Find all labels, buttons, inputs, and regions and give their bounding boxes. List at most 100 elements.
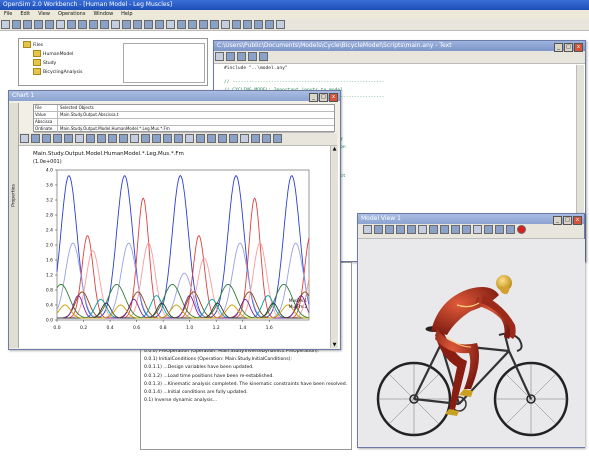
main-tool-icon[interactable]	[122, 20, 131, 29]
chart-tool-icon[interactable]	[229, 134, 238, 143]
scroll-down-icon[interactable]: ▼	[331, 342, 338, 348]
tree-item[interactable]: Study	[23, 59, 83, 68]
main-tool-icon[interactable]	[23, 20, 32, 29]
chart-tool-icon[interactable]	[185, 134, 194, 143]
main-tool-icon[interactable]	[12, 20, 21, 29]
close-icon[interactable]: x	[574, 43, 583, 52]
maximize-icon[interactable]: □	[319, 93, 328, 102]
view-tool-icon[interactable]	[396, 225, 405, 234]
editor-tool-icon[interactable]	[259, 52, 268, 61]
chart-tool-icon[interactable]	[262, 134, 271, 143]
view-tool-icon[interactable]	[429, 225, 438, 234]
main-tool-icon[interactable]	[34, 20, 43, 29]
editor-tool-icon[interactable]	[237, 52, 246, 61]
view-tool-icon[interactable]	[451, 225, 460, 234]
main-tool-icon[interactable]	[1, 20, 10, 29]
main-tool-icon[interactable]	[210, 20, 219, 29]
chart-tool-icon[interactable]	[130, 134, 139, 143]
tree-item[interactable]: HumanModel	[23, 50, 83, 59]
main-tool-icon[interactable]	[243, 20, 252, 29]
main-tool-icon[interactable]	[67, 20, 76, 29]
view-tool-icon[interactable]	[418, 225, 427, 234]
chart-tool-icon[interactable]	[75, 134, 84, 143]
view-tool-icon[interactable]	[495, 225, 504, 234]
view-tool-icon[interactable]	[374, 225, 383, 234]
chart-tool-icon[interactable]	[64, 134, 73, 143]
minimize-icon[interactable]: _	[309, 93, 318, 102]
main-tool-icon[interactable]	[155, 20, 164, 29]
maximize-icon[interactable]: □	[563, 216, 572, 225]
main-tool-icon[interactable]	[254, 20, 263, 29]
main-tool-icon[interactable]	[111, 20, 120, 29]
chart-tool-icon[interactable]	[97, 134, 106, 143]
minimize-icon[interactable]: _	[554, 43, 563, 52]
editor-tool-icon[interactable]	[215, 52, 224, 61]
main-tool-icon[interactable]	[89, 20, 98, 29]
editor-tool-icon[interactable]	[226, 52, 235, 61]
tree-item[interactable]: Files	[23, 41, 83, 50]
main-tool-icon[interactable]	[100, 20, 109, 29]
main-tool-icon[interactable]	[166, 20, 175, 29]
main-tool-icon[interactable]	[56, 20, 65, 29]
chart-tool-icon[interactable]	[31, 134, 40, 143]
chart-tool-icon[interactable]	[86, 134, 95, 143]
chart-tool-icon[interactable]	[251, 134, 260, 143]
minimize-icon[interactable]: _	[553, 216, 562, 225]
chart-tool-icon[interactable]	[20, 134, 29, 143]
chart-tool-icon[interactable]	[141, 134, 150, 143]
menu-item[interactable]: Edit	[20, 11, 30, 17]
chart-tool-icon[interactable]	[42, 134, 51, 143]
view-tool-icon[interactable]	[407, 225, 416, 234]
property-row[interactable]: File Selected Objects	[34, 105, 334, 112]
menu-item[interactable]: Help	[121, 11, 132, 17]
chart-tool-icon[interactable]	[196, 134, 205, 143]
record-icon[interactable]	[517, 225, 526, 234]
view-tool-icon[interactable]	[440, 225, 449, 234]
chart-tool-icon[interactable]	[53, 134, 62, 143]
chart-tool-icon[interactable]	[119, 134, 128, 143]
chart-tool-icon[interactable]	[240, 134, 249, 143]
chart-tool-icon[interactable]	[218, 134, 227, 143]
chart-tool-icon[interactable]	[174, 134, 183, 143]
menu-item[interactable]: File	[4, 11, 12, 17]
menu-item[interactable]: Operations	[58, 11, 86, 17]
main-tool-icon[interactable]	[133, 20, 142, 29]
tree-item[interactable]: BicyclingAnalysis	[23, 68, 83, 77]
main-tool-icon[interactable]	[177, 20, 186, 29]
maximize-icon[interactable]: □	[564, 43, 573, 52]
main-tool-icon[interactable]	[78, 20, 87, 29]
model-viewport[interactable]	[359, 239, 585, 447]
property-row[interactable]: Value Main.Study.Output.Abscissa.t	[34, 112, 334, 119]
menu-item[interactable]: View	[38, 11, 50, 17]
chart-scrollbar[interactable]: ▲ ▼	[330, 146, 338, 348]
view-tool-icon[interactable]	[506, 225, 515, 234]
log-line: 0.0.1) InitialConditions (Operation: Mai…	[144, 357, 292, 363]
main-tool-icon[interactable]	[188, 20, 197, 29]
x-tick-label: 0.4	[106, 325, 113, 331]
chart-tool-icon[interactable]	[163, 134, 172, 143]
menu-item[interactable]: Window	[93, 11, 113, 17]
main-tool-icon[interactable]	[276, 20, 285, 29]
chart-tool-icon[interactable]	[207, 134, 216, 143]
scroll-up-icon[interactable]: ▲	[331, 146, 338, 152]
main-tool-icon[interactable]	[265, 20, 274, 29]
close-icon[interactable]: x	[329, 93, 338, 102]
close-icon[interactable]: x	[573, 216, 582, 225]
main-tool-icon[interactable]	[221, 20, 230, 29]
main-tool-icon[interactable]	[232, 20, 241, 29]
view-tool-icon[interactable]	[462, 225, 471, 234]
main-tool-icon[interactable]	[45, 20, 54, 29]
property-row[interactable]: Ordinate Main.Study.Output.Model.HumanMod…	[34, 126, 334, 133]
main-tool-icon[interactable]	[199, 20, 208, 29]
main-tool-icon[interactable]	[144, 20, 153, 29]
view-tool-icon[interactable]	[363, 225, 372, 234]
view-tool-icon[interactable]	[484, 225, 493, 234]
chart-tool-icon[interactable]	[108, 134, 117, 143]
view-tool-icon[interactable]	[473, 225, 482, 234]
view-tool-icon[interactable]	[385, 225, 394, 234]
chart-tool-icon[interactable]	[273, 134, 282, 143]
chart-side-tab[interactable]: Properties	[9, 103, 19, 348]
editor-tool-icon[interactable]	[248, 52, 257, 61]
chart-tool-icon[interactable]	[152, 134, 161, 143]
property-row[interactable]: Abscissa	[34, 119, 334, 126]
